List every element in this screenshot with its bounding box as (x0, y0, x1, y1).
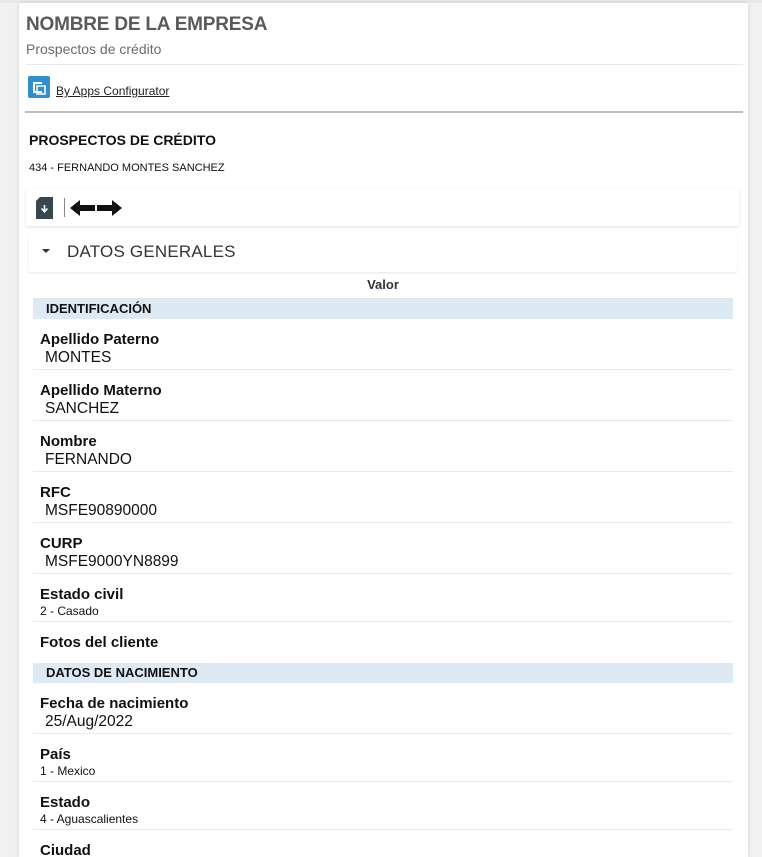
apps-configurator-link[interactable]: By Apps Configurator (56, 84, 169, 98)
record-title: 434 - FERNANDO MONTES SANCHEZ (29, 162, 225, 174)
field-value: FERNANDO (45, 451, 132, 468)
header-divider (26, 64, 743, 65)
caret-down-icon (42, 249, 50, 253)
apps-configurator-icon[interactable] (28, 76, 50, 98)
page-subtitle: Prospectos de crédito (26, 41, 162, 57)
download-icon[interactable] (36, 197, 53, 219)
page-title: PROSPECTOS DE CRÉDITO (29, 132, 216, 148)
section-divider (25, 111, 743, 113)
toolbar-separator (64, 198, 65, 217)
table-row: Fotos del cliente (33, 622, 733, 663)
field-value: SANCHEZ (45, 400, 120, 417)
field-label: Apellido Materno (40, 382, 162, 399)
field-label: País (40, 746, 71, 763)
column-header: Valor (33, 273, 733, 299)
table-row: Apellido Materno SANCHEZ (33, 370, 733, 421)
data-table: Valor IDENTIFICACIÓN Apellido Paterno MO… (33, 273, 733, 857)
field-value: 2 - Casado (40, 604, 99, 618)
field-label: CURP (40, 535, 83, 552)
table-row: Estado 4 - Aguascalientes (33, 782, 733, 830)
group-header-nacimiento: DATOS DE NACIMIENTO (33, 663, 733, 683)
field-label: Nombre (40, 433, 97, 450)
field-value: 1 - Mexico (40, 764, 96, 778)
arrow-left-icon[interactable] (70, 200, 96, 216)
accordion-label: DATOS GENERALES (67, 242, 236, 261)
field-label: Ciudad (40, 842, 91, 857)
report-page: NOMBRE DE LA EMPRESA Prospectos de crédi… (19, 3, 748, 857)
toolbar (26, 189, 739, 226)
arrow-right-icon[interactable] (96, 200, 122, 216)
table-row: Estado civil 2 - Casado (33, 574, 733, 622)
table-row: País 1 - Mexico (33, 734, 733, 782)
group-header-identificacion: IDENTIFICACIÓN (33, 299, 733, 319)
table-row: Ciudad (33, 830, 733, 857)
field-label: Estado (40, 794, 91, 811)
field-label: Estado civil (40, 586, 124, 603)
field-label: Apellido Paterno (40, 331, 160, 348)
table-row: Apellido Paterno MONTES (33, 319, 733, 370)
field-value: 4 - Aguascalientes (40, 812, 139, 826)
field-label: Fotos del cliente (40, 634, 159, 651)
field-value: MONTES (45, 349, 112, 366)
table-row: Nombre FERNANDO (33, 421, 733, 472)
company-name: NOMBRE DE LA EMPRESA (26, 14, 268, 35)
accordion-datos-generales[interactable]: DATOS GENERALES (29, 232, 737, 272)
table-row: RFC MSFE90890000 (33, 472, 733, 523)
field-value: MSFE9000YN8899 (45, 553, 179, 570)
field-label: RFC (40, 484, 71, 501)
table-row: Fecha de nacimiento 25/Aug/2022 (33, 683, 733, 734)
field-value: 25/Aug/2022 (45, 713, 133, 730)
field-value: MSFE90890000 (45, 502, 158, 519)
table-row: CURP MSFE9000YN8899 (33, 523, 733, 574)
field-label: Fecha de nacimiento (40, 695, 189, 712)
